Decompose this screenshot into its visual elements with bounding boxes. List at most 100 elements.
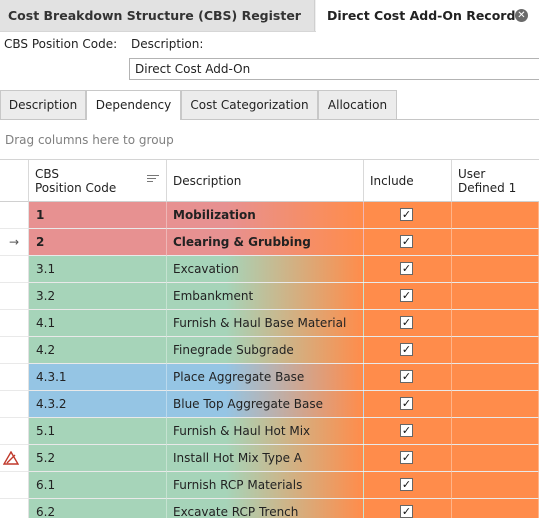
cell-position-code[interactable]: 4.3.1 xyxy=(29,364,167,391)
column-header-include-label: Include xyxy=(370,174,414,188)
cell-user-defined-1[interactable] xyxy=(452,283,539,310)
cell-description[interactable]: Excavation xyxy=(167,256,364,283)
cell-user-defined-1[interactable] xyxy=(452,229,539,256)
table-row[interactable]: 1 Mobilization ✓ xyxy=(0,202,539,229)
include-checkbox[interactable]: ✓ xyxy=(400,316,413,329)
include-checkbox[interactable]: ✓ xyxy=(400,343,413,356)
column-header-code-line2: Position Code xyxy=(35,181,117,195)
table-row[interactable]: 5.1 Furnish & Haul Hot Mix ✓ xyxy=(0,418,539,445)
table-row[interactable]: 6.1 Furnish RCP Materials ✓ xyxy=(0,472,539,499)
row-indicator xyxy=(0,499,29,518)
cell-user-defined-1[interactable] xyxy=(452,499,539,518)
cell-description[interactable]: Install Hot Mix Type A xyxy=(167,445,364,472)
column-header-description[interactable]: Description xyxy=(167,160,364,202)
table-row[interactable]: 4.2 Finegrade Subgrade ✓ xyxy=(0,337,539,364)
table-row[interactable]: 3.2 Embankment ✓ xyxy=(0,283,539,310)
row-indicator xyxy=(0,364,29,391)
cell-position-code[interactable]: 6.2 xyxy=(29,499,167,518)
cell-user-defined-1[interactable] xyxy=(452,202,539,229)
group-by-panel[interactable]: Drag columns here to group xyxy=(0,120,539,159)
include-checkbox[interactable]: ✓ xyxy=(400,262,413,275)
cell-position-code[interactable]: 5.1 xyxy=(29,418,167,445)
current-row-arrow-icon: → xyxy=(0,229,29,256)
cell-user-defined-1[interactable] xyxy=(452,391,539,418)
cell-position-code[interactable]: 4.3.2 xyxy=(29,391,167,418)
table-row[interactable]: 6.2 Excavate RCP Trench ✓ xyxy=(0,499,539,518)
cell-description[interactable]: Furnish & Haul Base Material xyxy=(167,310,364,337)
include-checkbox[interactable]: ✓ xyxy=(400,370,413,383)
tab-dependency[interactable]: Dependency xyxy=(86,90,181,120)
cell-description[interactable]: Mobilization xyxy=(167,202,364,229)
include-checkbox[interactable]: ✓ xyxy=(400,235,413,248)
cell-description[interactable]: Furnish RCP Materials xyxy=(167,472,364,499)
tab-cost-categorization[interactable]: Cost Categorization xyxy=(181,90,318,119)
column-header-user-defined-line1: User xyxy=(458,167,486,181)
table-row[interactable]: 4.3.2 Blue Top Aggregate Base ✓ xyxy=(0,391,539,418)
include-checkbox[interactable]: ✓ xyxy=(400,478,413,491)
cell-user-defined-1[interactable] xyxy=(452,337,539,364)
close-icon[interactable]: ✕ xyxy=(515,9,528,22)
include-checkbox[interactable]: ✓ xyxy=(400,208,413,221)
cell-include: ✓ xyxy=(364,391,452,418)
cell-position-code[interactable]: 4.2 xyxy=(29,337,167,364)
row-indicator xyxy=(0,283,29,310)
column-header-user-defined-1[interactable]: User Defined 1 xyxy=(452,160,539,202)
column-header-code[interactable]: CBS Position Code xyxy=(29,160,167,202)
cell-include: ✓ xyxy=(364,364,452,391)
description-label: Description: xyxy=(131,37,204,51)
include-checkbox[interactable]: ✓ xyxy=(400,424,413,437)
tab-allocation[interactable]: Allocation xyxy=(318,90,397,119)
document-tab-bar: Cost Breakdown Structure (CBS) Register … xyxy=(0,0,539,32)
cell-description[interactable]: Finegrade Subgrade xyxy=(167,337,364,364)
cell-user-defined-1[interactable] xyxy=(452,418,539,445)
cell-include: ✓ xyxy=(364,256,452,283)
cell-include: ✓ xyxy=(364,445,452,472)
cell-include: ✓ xyxy=(364,283,452,310)
description-field[interactable] xyxy=(129,58,539,80)
cell-include: ✓ xyxy=(364,202,452,229)
cell-position-code[interactable]: 5.2 xyxy=(29,445,167,472)
include-checkbox[interactable]: ✓ xyxy=(400,451,413,464)
cell-position-code[interactable]: 6.1 xyxy=(29,472,167,499)
include-checkbox[interactable]: ✓ xyxy=(400,505,413,518)
cell-description[interactable]: Furnish & Haul Hot Mix xyxy=(167,418,364,445)
row-indicator xyxy=(0,391,29,418)
position-code-label: CBS Position Code: xyxy=(4,37,118,51)
row-indicator xyxy=(0,472,29,499)
table-row[interactable]: → 2 Clearing & Grubbing ✓ xyxy=(0,229,539,256)
cell-include: ✓ xyxy=(364,472,452,499)
cell-position-code[interactable]: 3.2 xyxy=(29,283,167,310)
cell-description[interactable]: Excavate RCP Trench xyxy=(167,499,364,518)
table-row[interactable]: 3.1 Excavation ✓ xyxy=(0,256,539,283)
cell-user-defined-1[interactable] xyxy=(452,364,539,391)
cell-position-code[interactable]: 2 xyxy=(29,229,167,256)
table-row[interactable]: 4.1 Furnish & Haul Base Material ✓ xyxy=(0,310,539,337)
cell-user-defined-1[interactable] xyxy=(452,445,539,472)
warning-icon xyxy=(0,445,29,472)
row-indicator xyxy=(0,202,29,229)
cell-include: ✓ xyxy=(364,337,452,364)
cell-description[interactable]: Embankment xyxy=(167,283,364,310)
include-checkbox[interactable]: ✓ xyxy=(400,289,413,302)
column-header-description-label: Description xyxy=(173,174,242,188)
include-checkbox[interactable]: ✓ xyxy=(400,397,413,410)
row-indicator-header xyxy=(0,160,29,202)
cell-description[interactable]: Clearing & Grubbing xyxy=(167,229,364,256)
table-row[interactable]: 4.3.1 Place Aggregate Base ✓ xyxy=(0,364,539,391)
column-header-user-defined-line2: Defined 1 xyxy=(458,181,517,195)
tab-description[interactable]: Description xyxy=(0,90,86,119)
row-indicator xyxy=(0,256,29,283)
tab-direct-cost-add-on-record[interactable]: Direct Cost Add-On Record xyxy=(316,0,539,32)
table-row[interactable]: 5.2 Install Hot Mix Type A ✓ xyxy=(0,445,539,472)
cell-position-code[interactable]: 3.1 xyxy=(29,256,167,283)
cell-user-defined-1[interactable] xyxy=(452,310,539,337)
cell-description[interactable]: Place Aggregate Base xyxy=(167,364,364,391)
column-header-include[interactable]: Include xyxy=(364,160,452,202)
sort-ascending-icon[interactable] xyxy=(147,175,159,185)
cell-description[interactable]: Blue Top Aggregate Base xyxy=(167,391,364,418)
tab-cbs-register[interactable]: Cost Breakdown Structure (CBS) Register xyxy=(0,0,315,31)
cell-user-defined-1[interactable] xyxy=(452,472,539,499)
cell-position-code[interactable]: 1 xyxy=(29,202,167,229)
cell-user-defined-1[interactable] xyxy=(452,256,539,283)
cell-position-code[interactable]: 4.1 xyxy=(29,310,167,337)
